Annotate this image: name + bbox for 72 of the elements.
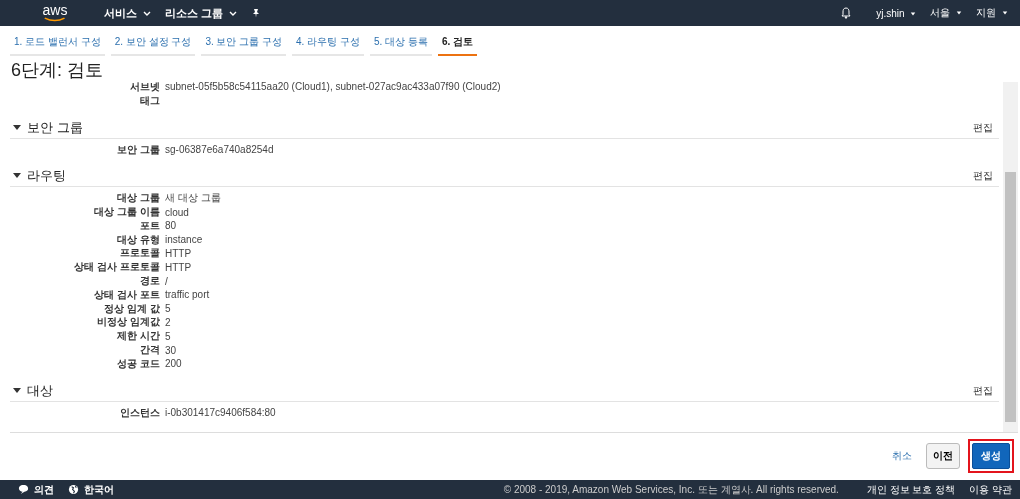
field-value: / (165, 275, 168, 287)
field-value: sg-06387e6a740a8254d (165, 144, 274, 155)
field-value: HTTP (165, 247, 192, 259)
edit-link[interactable]: 편집 (973, 383, 993, 398)
section-title: 보안 그룹 (27, 118, 84, 137)
field-label: 간격 (139, 343, 160, 358)
field-label: 대상 유형 (116, 232, 160, 247)
aws-logo[interactable]: aws (40, 4, 70, 22)
scrollbar[interactable] (1003, 82, 1018, 432)
field-label: 상태 검사 프로토콜 (73, 260, 160, 275)
caret-icon (143, 11, 152, 17)
edit-link[interactable]: 편집 (973, 120, 993, 135)
bell-icon[interactable] (840, 7, 853, 19)
field-label: 인스턴스 (119, 405, 160, 420)
speech-bubble-icon[interactable] (18, 484, 29, 495)
field-label: 대상 그룹 이름 (93, 205, 160, 220)
field-value: instance (165, 234, 203, 246)
caret-icon (229, 11, 238, 17)
field-value: traffic port (165, 289, 210, 301)
caret-icon (1002, 11, 1008, 16)
page-title: 6단계: 검토 (11, 60, 104, 82)
field-value: 30 (165, 344, 177, 356)
field-label: 포트 (139, 218, 160, 233)
field-value: 2 (165, 316, 171, 328)
create-button[interactable]: 생성 (972, 442, 1010, 469)
previous-button[interactable]: 이전 (926, 442, 960, 469)
collapse-icon[interactable] (13, 173, 21, 180)
field-value: 80 (165, 220, 177, 232)
edit-link[interactable]: 편집 (973, 169, 993, 184)
field-value: HTTP (165, 261, 192, 273)
cancel-link[interactable]: 취소 (892, 448, 912, 463)
caret-icon (956, 11, 963, 16)
wizard-step-tab[interactable]: 2. 보안 설정 구성 (110, 34, 196, 56)
wizard-step-tab[interactable]: 3. 보안 그룹 구성 (201, 34, 287, 56)
field-value: cloud (165, 206, 189, 218)
nav-menu[interactable]: yj.shin (876, 7, 917, 19)
footer-link[interactable]: 개인 정보 보호 정책 (866, 482, 956, 497)
field-value: 새 대상 그룹 (165, 191, 221, 206)
field-value: 5 (165, 303, 171, 315)
nav-menu[interactable]: 지원 (976, 6, 1008, 20)
wizard-step-tab[interactable]: 6. 검토 (437, 34, 477, 56)
nav-menu[interactable]: 서비스 (104, 5, 152, 21)
field-label: 성공 코드 (116, 356, 160, 371)
collapse-icon[interactable] (13, 124, 21, 131)
field-label: 대상 그룹 (116, 191, 160, 206)
language-selector[interactable]: 한국어 (84, 482, 114, 497)
wizard-step-tab[interactable]: 1. 로드 밸런서 구성 (10, 34, 105, 56)
footer-link[interactable]: 이용 약관 (969, 482, 1012, 497)
wizard-step-tab[interactable]: 4. 라우팅 구성 (292, 34, 364, 56)
copyright-text: © 2008 - 2019, Amazon Web Services, Inc. 또는 계열사. All rights reserved. (503, 482, 839, 497)
field-label: 정상 임계 값 (103, 301, 160, 316)
nav-menu[interactable]: 서울 (930, 6, 963, 20)
section-title: 라우팅 (27, 167, 67, 186)
field-label: 프로토콜 (119, 246, 160, 261)
wizard-step-tab[interactable]: 5. 대상 등록 (369, 34, 432, 56)
caret-icon (910, 11, 917, 16)
field-label: 비정상 임계값 (96, 315, 160, 330)
field-label: 서브넷 (129, 82, 160, 94)
nav-menu[interactable]: 리소스 그룹 (165, 5, 238, 21)
field-value: 200 (165, 358, 182, 370)
globe-icon[interactable] (68, 484, 79, 495)
field-value: 5 (165, 330, 171, 342)
field-value: i-0b301417c9406f584:80 (165, 407, 276, 419)
field-value: subnet-05f5b58c54115aa20 (Cloud1), subnet-027ac9ac433a07f90 (Cloud2) (165, 82, 501, 93)
field-label: 제한 시간 (116, 329, 160, 344)
field-label: 경로 (139, 274, 160, 289)
field-label: 상태 검사 포트 (93, 287, 160, 302)
feedback-link[interactable]: 의견 (34, 482, 54, 497)
section-title: 대상 (27, 381, 54, 400)
field-label: 태그 (139, 93, 160, 108)
collapse-icon[interactable] (13, 387, 21, 394)
field-label: 보안 그룹 (116, 142, 160, 157)
